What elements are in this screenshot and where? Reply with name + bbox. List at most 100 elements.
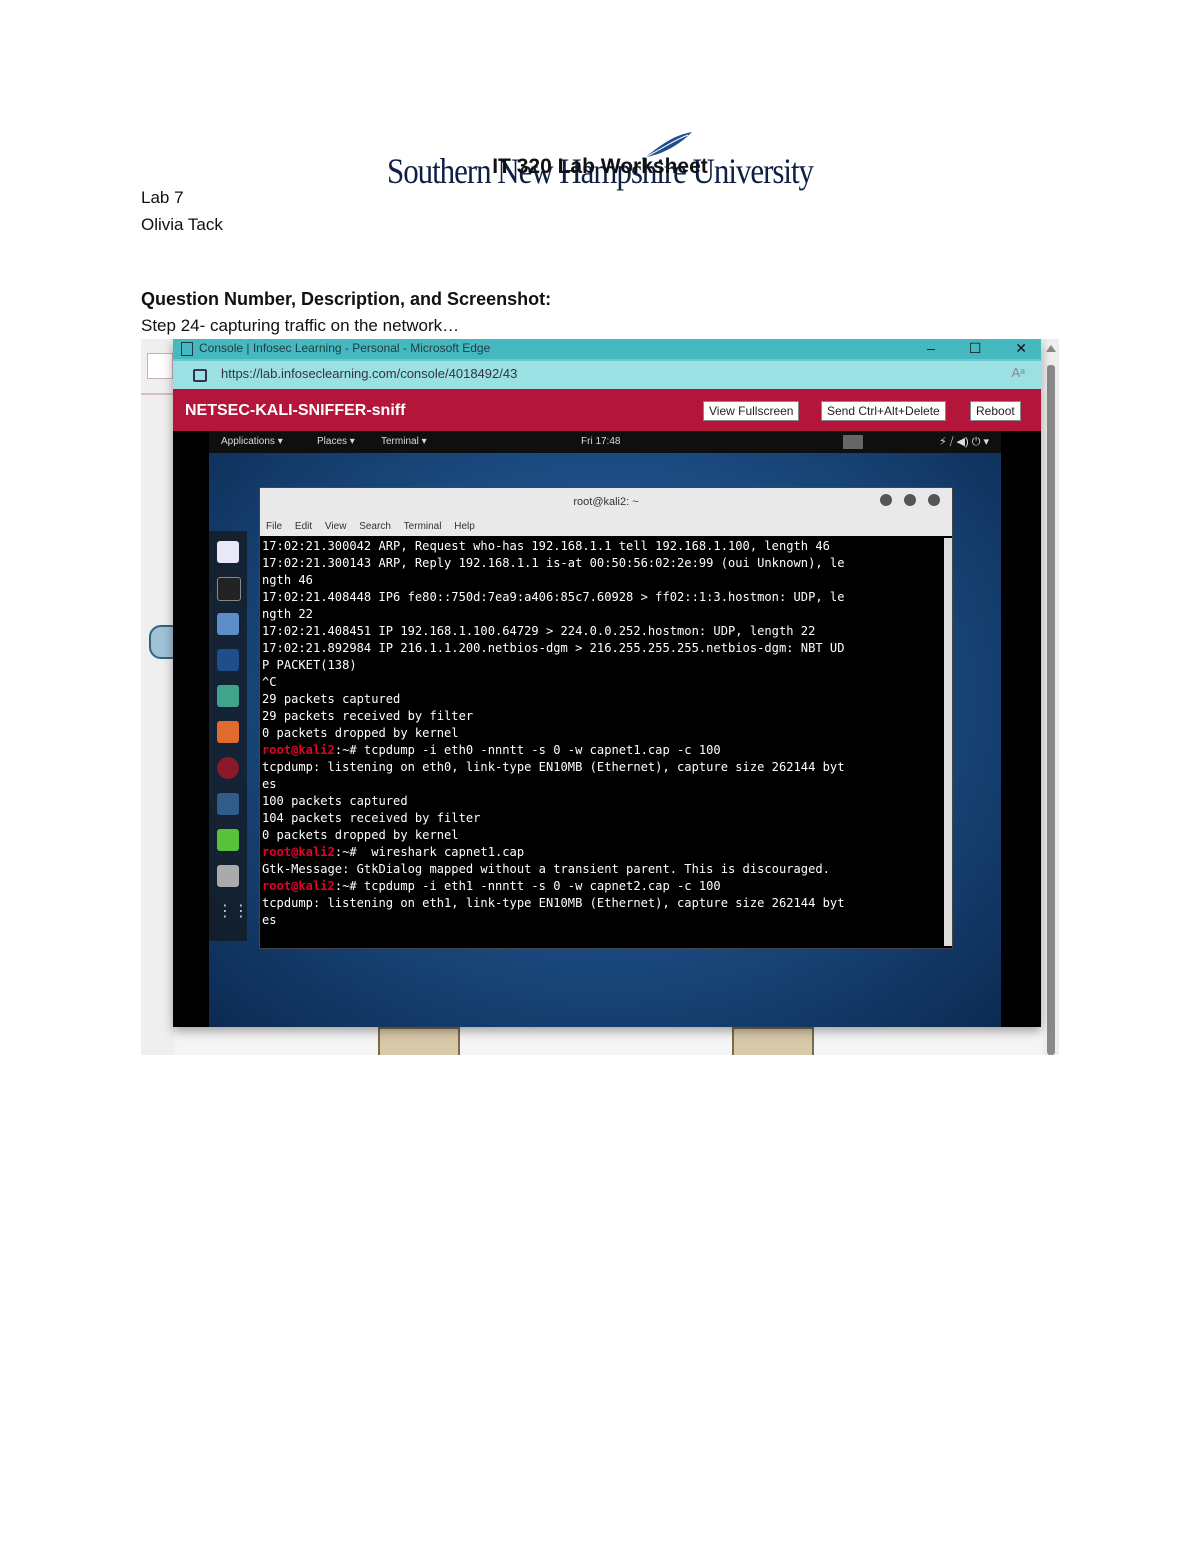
armitage-icon[interactable] xyxy=(217,685,239,707)
close-icon[interactable] xyxy=(928,494,940,506)
terminal-line: P PACKET(138) xyxy=(262,657,942,674)
url-text[interactable]: https://lab.infoseclearning.com/console/… xyxy=(221,366,517,381)
lab-header: NETSEC-KALI-SNIFFER-sniff View Fullscree… xyxy=(173,389,1041,431)
terminal-line: ngth 22 xyxy=(262,606,942,623)
system-tray[interactable]: ⚡ ⧸ ◀) ⏻ ▾ xyxy=(939,431,989,453)
leafpad-icon[interactable] xyxy=(217,829,239,851)
terminal-title: root@kali2: ~ xyxy=(573,496,639,508)
terminal-titlebar: root@kali2: ~ xyxy=(260,488,952,518)
workspace-indicator[interactable] xyxy=(843,435,863,449)
terminal-line: 0 packets dropped by kernel xyxy=(262,827,942,844)
maximize-icon[interactable]: ☐ xyxy=(969,339,982,357)
university-logo: Southern New Hampshire University xyxy=(0,62,1200,191)
page-scrollbar[interactable] xyxy=(1043,339,1059,1055)
terminal-output[interactable]: 17:02:21.300042 ARP, Request who-has 192… xyxy=(262,538,942,938)
menu-edit[interactable]: Edit xyxy=(295,521,312,532)
line-text: es xyxy=(262,777,277,791)
background-page xyxy=(141,339,183,1055)
terminal-app-menu[interactable]: Terminal ▾ xyxy=(381,431,427,453)
line-text: 100 packets captured xyxy=(262,794,408,808)
shell-prompt: root@kali2 xyxy=(262,743,335,757)
minimize-icon[interactable]: – xyxy=(927,339,935,357)
terminal-line: 17:02:21.408451 IP 192.168.1.100.64729 >… xyxy=(262,623,942,640)
view-fullscreen-button[interactable]: View Fullscreen xyxy=(703,401,800,421)
terminal-line: 17:02:21.892984 IP 216.1.1.200.netbios-d… xyxy=(262,640,942,657)
applications-menu[interactable]: Applications ▾ xyxy=(221,431,283,453)
scroll-up-icon[interactable] xyxy=(1046,345,1056,352)
line-text: tcpdump: listening on eth1, link-type EN… xyxy=(262,896,845,910)
menu-view[interactable]: View xyxy=(325,521,347,532)
divider xyxy=(141,393,175,395)
terminal-line: 29 packets received by filter xyxy=(262,708,942,725)
line-text: es xyxy=(262,913,277,927)
terminal-line: 104 packets received by filter xyxy=(262,810,942,827)
terminal-icon[interactable] xyxy=(217,577,241,601)
reboot-button[interactable]: Reboot xyxy=(970,401,1021,421)
line-text: 29 packets received by filter xyxy=(262,709,474,723)
browser-tab-title: Console | Infosec Learning - Personal - … xyxy=(199,341,491,355)
lab-screenshot: Console | Infosec Learning - Personal - … xyxy=(141,339,1059,1055)
line-text: :~# tcpdump -i eth1 -nnntt -s 0 -w capne… xyxy=(334,879,721,893)
terminal-scrollbar[interactable] xyxy=(944,538,952,946)
window-controls: – ☐ ✕ xyxy=(897,339,1027,357)
minimize-icon[interactable] xyxy=(880,494,892,506)
line-text: 17:02:21.408451 IP 192.168.1.100.64729 >… xyxy=(262,624,816,638)
menu-search[interactable]: Search xyxy=(359,521,391,532)
read-aloud-icon[interactable]: Aᵃ xyxy=(1011,365,1025,380)
menu-help[interactable]: Help xyxy=(454,521,475,532)
step-description: Step 24- capturing traffic on the networ… xyxy=(141,316,460,335)
maltego-icon[interactable] xyxy=(217,757,239,779)
menu-terminal[interactable]: Terminal xyxy=(404,521,442,532)
line-text: ngth 46 xyxy=(262,573,313,587)
shell-prompt: root@kali2 xyxy=(262,845,335,859)
terminal-line: ^C xyxy=(262,674,942,691)
maximize-icon[interactable] xyxy=(904,494,916,506)
terminal-line: 100 packets captured xyxy=(262,793,942,810)
close-icon[interactable]: ✕ xyxy=(1015,339,1027,357)
terminal-line: ngth 46 xyxy=(262,572,942,589)
kali-top-bar: Applications ▾ Places ▾ Terminal ▾ Fri 1… xyxy=(209,431,1001,453)
terminal-line: 29 packets captured xyxy=(262,691,942,708)
line-text: :~# wireshark capnet1.cap xyxy=(334,845,525,859)
terminal-line: es xyxy=(262,776,942,793)
line-text: 17:02:21.408448 IP6 fe80::750d:7ea9:a406… xyxy=(262,590,845,604)
lock-icon xyxy=(193,369,207,382)
metasploit-icon[interactable] xyxy=(217,649,239,671)
terminal-line: tcpdump: listening on eth0, link-type EN… xyxy=(262,759,942,776)
line-text: Gtk-Message: GtkDialog mapped without a … xyxy=(262,862,830,876)
wireshark-icon[interactable] xyxy=(217,793,239,815)
line-text: 0 packets dropped by kernel xyxy=(262,726,459,740)
lab-number: Lab 7 xyxy=(141,188,184,207)
burpsuite-icon[interactable] xyxy=(217,721,239,743)
line-text: P PACKET(138) xyxy=(262,658,357,672)
scroll-thumb[interactable] xyxy=(1047,365,1055,1055)
line-text: 17:02:21.300143 ARP, Reply 192.168.1.1 i… xyxy=(262,556,845,570)
terminal-line: 17:02:21.300042 ARP, Request who-has 192… xyxy=(262,538,942,555)
meta-block: Lab 7 Olivia Tack xyxy=(141,184,223,238)
question-heading: Question Number, Description, and Screen… xyxy=(141,289,552,309)
image-icon xyxy=(147,353,173,379)
terminal-line: root@kali2:~# wireshark capnet1.cap xyxy=(262,844,942,861)
places-menu[interactable]: Places ▾ xyxy=(317,431,355,453)
browser-window: Console | Infosec Learning - Personal - … xyxy=(173,339,1041,1027)
terminal-line: Gtk-Message: GtkDialog mapped without a … xyxy=(262,861,942,878)
files-icon[interactable] xyxy=(217,613,239,635)
server-icon xyxy=(732,1027,814,1055)
app-icon[interactable] xyxy=(217,865,239,887)
clock[interactable]: Fri 17:48 xyxy=(581,431,620,453)
line-text: 29 packets captured xyxy=(262,692,401,706)
terminal-menubar: File Edit View Search Terminal Help xyxy=(260,518,952,536)
show-apps-icon[interactable]: ⋮⋮ xyxy=(217,901,249,923)
browser-icon[interactable] xyxy=(217,541,239,563)
terminal-line: root@kali2:~# tcpdump -i eth0 -nnntt -s … xyxy=(262,742,942,759)
terminal-line: 0 packets dropped by kernel xyxy=(262,725,942,742)
shell-prompt: root@kali2 xyxy=(262,879,335,893)
address-bar[interactable]: https://lab.infoseclearning.com/console/… xyxy=(173,361,1041,389)
terminal-line: 17:02:21.300143 ARP, Reply 192.168.1.1 i… xyxy=(262,555,942,572)
terminal-window[interactable]: root@kali2: ~ File Edit View Search Term… xyxy=(259,487,953,949)
menu-file[interactable]: File xyxy=(266,521,282,532)
send-ctrl-alt-delete-button[interactable]: Send Ctrl+Alt+Delete xyxy=(821,401,946,421)
line-text: ^C xyxy=(262,675,277,689)
kali-dock: ⋮⋮ xyxy=(209,531,249,941)
vm-console[interactable]: Applications ▾ Places ▾ Terminal ▾ Fri 1… xyxy=(173,431,1041,1027)
